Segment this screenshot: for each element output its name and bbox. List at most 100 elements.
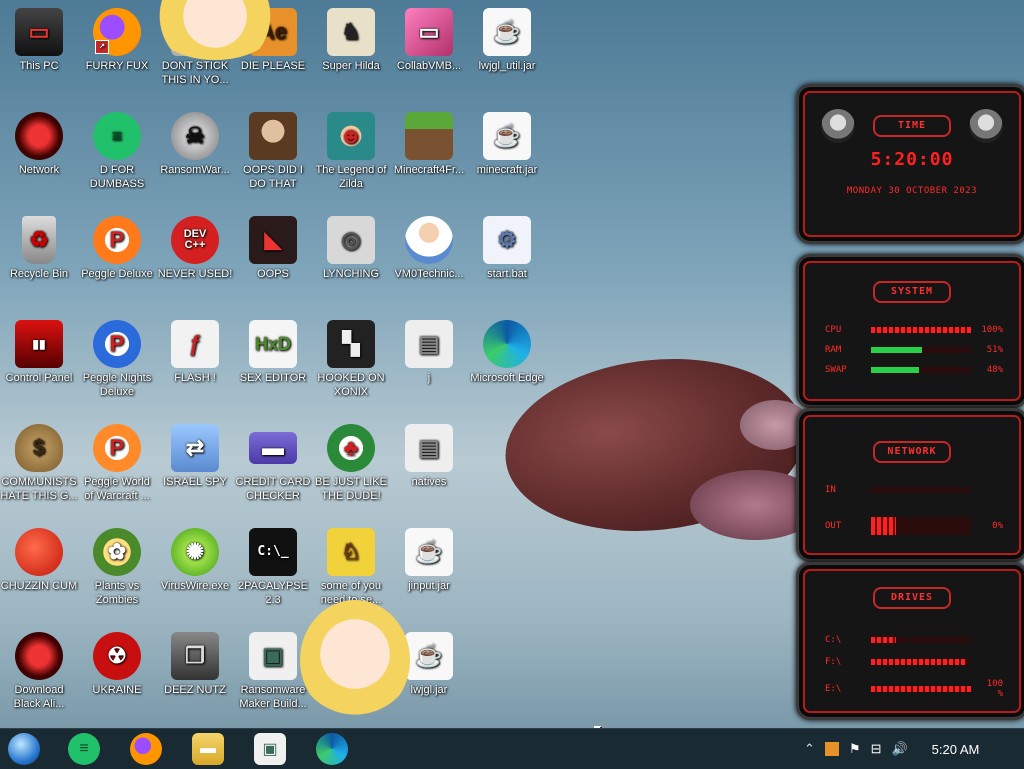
desktop-icon-furry-fux[interactable]: ↗ FURRY FUX bbox=[78, 8, 156, 73]
desktop-icon-chuzzin[interactable]: CHUZZIN CUM bbox=[0, 528, 78, 593]
desktop-icon-flash[interactable]: ƒ FLASH ! bbox=[156, 320, 234, 385]
desktop: ▭ This PC Network ♻ Recycle Bin ▮▮ Contr… bbox=[0, 0, 1024, 740]
desktop-icon-vm0technic[interactable]: VM0Technic... bbox=[390, 216, 468, 281]
alien-orb-icon bbox=[15, 112, 63, 160]
desktop-icon-hooked-on-xonix[interactable]: ▚ HOOKED ON XONIX bbox=[312, 320, 390, 399]
window-app-icon[interactable]: ▣ bbox=[254, 733, 286, 765]
app-tray-icon[interactable] bbox=[824, 742, 839, 756]
volume-icon[interactable]: 🔊 bbox=[891, 741, 907, 757]
noose-icon: ◎ bbox=[327, 216, 375, 264]
desktop-icon-recycle-bin[interactable]: ♻ Recycle Bin bbox=[0, 216, 78, 281]
desktop-icon-viruswire[interactable]: ✺ VirusWire.exe bbox=[156, 528, 234, 593]
widget-title: TIME bbox=[873, 115, 951, 137]
desktop-icon-ukraine[interactable]: ☢ UKRAINE bbox=[78, 632, 156, 697]
credit-card-icon: ▬ bbox=[249, 432, 297, 464]
desktop-icon-never-used[interactable]: DEV C++ NEVER USED! bbox=[156, 216, 234, 281]
desktop-icon-microsoft-edge[interactable]: Microsoft Edge bbox=[468, 320, 546, 385]
start-orb-icon[interactable] bbox=[8, 733, 40, 765]
doc-app-icon[interactable]: ≡ bbox=[68, 733, 100, 765]
widget-clock: 5:20:00 bbox=[870, 149, 954, 170]
desktop-icon-lwjgl-util[interactable]: ☕ lwjgl_util.jar bbox=[468, 8, 546, 73]
recycle-bin-icon: ♻ bbox=[22, 216, 56, 264]
drive-c-row: C:\ bbox=[825, 635, 1003, 645]
desktop-icon-control-panel[interactable]: ▮▮ Control Panel bbox=[0, 320, 78, 385]
computer-icon: ▭ bbox=[15, 8, 63, 56]
desktop-icon-peggle-nights[interactable]: P Peggle Nights Deluxe bbox=[78, 320, 156, 399]
net-in-row: IN bbox=[825, 485, 1003, 495]
desktop-icon-super-hilda[interactable]: ♞ Super Hilda bbox=[312, 8, 390, 73]
chevron-up-icon[interactable]: ⌃ bbox=[804, 741, 815, 757]
pink-screen-icon: ▭ bbox=[405, 8, 453, 56]
gear-icon: ⚙ bbox=[483, 216, 531, 264]
drives-widget: DRIVES C:\ F:\ E:\ 100 % bbox=[796, 562, 1024, 720]
pixel-character-icon: ☻ bbox=[327, 112, 375, 160]
file-icon: ▤ bbox=[405, 320, 453, 368]
file-explorer-icon[interactable]: ▬ bbox=[192, 733, 224, 765]
xonix-icon: ▚ bbox=[327, 320, 375, 368]
java-icon: ☕ bbox=[483, 8, 531, 56]
desktop-icon-credit-card[interactable]: ▬ CREDIT CARD CHECKER bbox=[234, 424, 312, 503]
swap-row: SWAP 48% bbox=[825, 365, 1003, 375]
desktop-icon-be-just-like[interactable]: ♣ BE JUST LIKE THE DUDE! bbox=[312, 424, 390, 503]
desktop-icon-peggle-deluxe[interactable]: P Peggle Deluxe bbox=[78, 216, 156, 281]
edge-icon bbox=[483, 320, 531, 368]
beaver-icon: ♘ bbox=[327, 528, 375, 576]
desktop-icon-minecraft-jar[interactable]: ☕ minecraft.jar bbox=[468, 112, 546, 177]
desktop-icon-this-pc[interactable]: ▭ This PC bbox=[0, 8, 78, 73]
money-bag-icon: $ bbox=[15, 424, 63, 472]
desktop-icon-minecraft4fr[interactable]: Minecraft4Fr... bbox=[390, 112, 468, 177]
desktop-icon-2pacalypse[interactable]: C:\_ 2PACALYPSE 2.3 bbox=[234, 528, 312, 607]
cpu-row: CPU 100% bbox=[825, 325, 1003, 335]
pixel-character-icon: ♞ bbox=[327, 8, 375, 56]
doc-app-icon: ≡ bbox=[93, 112, 141, 160]
desktop-icon-j[interactable]: ▤ j bbox=[390, 320, 468, 385]
desktop-icon-sex-editor[interactable]: HxD SEX EDITOR bbox=[234, 320, 312, 385]
desktop-icon-d-for-dumbass[interactable]: ≡ D FOR DUMBASS bbox=[78, 112, 156, 191]
stacked-windows-icon: ❐ bbox=[171, 632, 219, 680]
desktop-icon-legend-of-zilda[interactable]: ☻ The Legend of Zilda bbox=[312, 112, 390, 191]
java-icon: ☕ bbox=[405, 528, 453, 576]
terminal-icon: C:\_ bbox=[249, 528, 297, 576]
desktop-icon-jinput[interactable]: ☕ jinput.jar bbox=[390, 528, 468, 593]
desktop-icon-start-bat[interactable]: ⚙ start.bat bbox=[468, 216, 546, 281]
peggle-icon: P bbox=[93, 424, 141, 472]
system-tray: ⌃ ⚑ ⊟ 🔊 5:20 AM bbox=[804, 729, 979, 769]
skull-icon: ☠ bbox=[171, 112, 219, 160]
desktop-icon-natives[interactable]: ▤ natives bbox=[390, 424, 468, 489]
desktop-icon-israel-spy[interactable]: ⇄ ISRAEL SPY bbox=[156, 424, 234, 489]
santa-icon: ♣ bbox=[327, 424, 375, 472]
dev-cpp-icon: DEV C++ bbox=[171, 216, 219, 264]
limewire-icon: ✺ bbox=[171, 528, 219, 576]
desktop-icon-download-black[interactable]: Download Black Ali... bbox=[0, 632, 78, 711]
edge-icon[interactable] bbox=[316, 733, 348, 765]
alien-head-icon bbox=[969, 109, 1003, 143]
desktop-icon-network[interactable]: Network bbox=[0, 112, 78, 177]
peggle-icon: P bbox=[93, 320, 141, 368]
network-icon[interactable]: ⊟ bbox=[871, 741, 882, 757]
desktop-icon-deez-nutz[interactable]: ❐ DEEZ NUTZ bbox=[156, 632, 234, 697]
flower-icon: ✿ bbox=[93, 528, 141, 576]
desktop-icon-communists[interactable]: $ COMMUNISTS HATE THIS G... bbox=[0, 424, 78, 503]
widget-title: DRIVES bbox=[873, 587, 951, 609]
control-panel-icon: ▮▮ bbox=[15, 320, 63, 368]
file-icon: ▤ bbox=[405, 424, 453, 472]
desktop-icon-oops-did-i[interactable]: OOPS DID I DO THAT bbox=[234, 112, 312, 191]
taskbar-clock[interactable]: 5:20 AM bbox=[932, 742, 980, 757]
taskbar: ≡ ▬ ▣ ⌃ ⚑ ⊟ 🔊 5:20 AM bbox=[0, 728, 1024, 769]
desktop-icon-peggle-wow[interactable]: P Peggle World of Warcraft ... bbox=[78, 424, 156, 503]
desktop-icon-ransomware[interactable]: ☠ RansomWar... bbox=[156, 112, 234, 177]
java-icon: ☕ bbox=[483, 112, 531, 160]
cartoon-sticker bbox=[300, 600, 410, 720]
desktop-icon-oops[interactable]: ◣ OOPS bbox=[234, 216, 312, 281]
desktop-icon-lynching[interactable]: ◎ LYNCHING bbox=[312, 216, 390, 281]
doctor-icon bbox=[405, 216, 453, 264]
grass-block-icon bbox=[405, 112, 453, 160]
flag-icon[interactable]: ⚑ bbox=[849, 741, 861, 757]
time-widget: TIME 5:20:00 MONDAY 30 OCTOBER 2023 bbox=[796, 84, 1024, 244]
alien-head-icon bbox=[821, 109, 855, 143]
desktop-icon-plants-vs-zombies[interactable]: ✿ Plants vs Zombies bbox=[78, 528, 156, 607]
firefox-icon[interactable] bbox=[130, 733, 162, 765]
desktop-icon-collabvm[interactable]: ▭ CollabVMB... bbox=[390, 8, 468, 73]
network-pc-icon: ⇄ bbox=[171, 424, 219, 472]
desktop-icon-some-of-you[interactable]: ♘ some of you need to se... bbox=[312, 528, 390, 607]
